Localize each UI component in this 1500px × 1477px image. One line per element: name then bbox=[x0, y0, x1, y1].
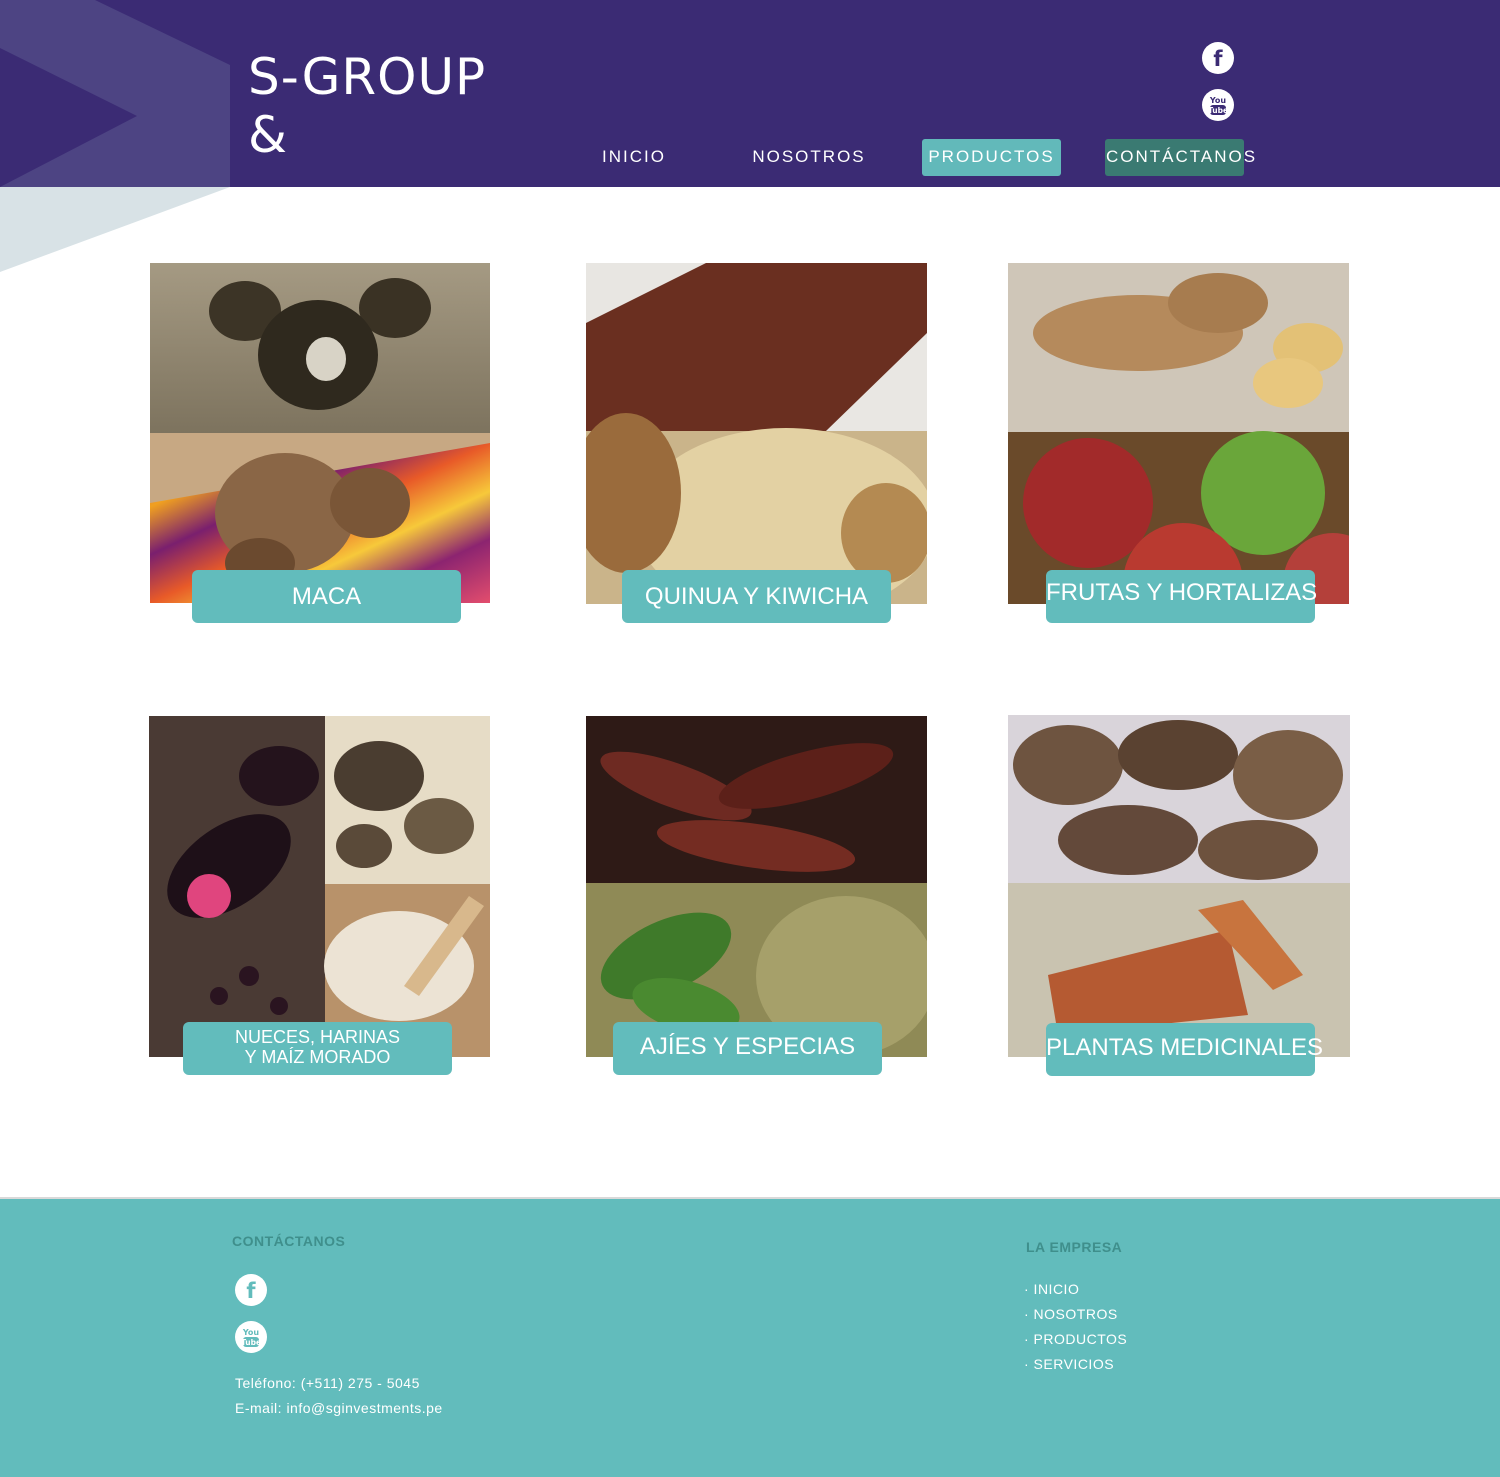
product-label-quinua[interactable]: QUINUA Y KIWICHA bbox=[622, 570, 891, 623]
nueces-image bbox=[149, 716, 490, 1057]
svg-text:f: f bbox=[246, 1279, 256, 1303]
brand-name: S-GROUP bbox=[248, 48, 487, 106]
product-label-ajies[interactable]: AJÍES Y ESPECIAS bbox=[613, 1022, 882, 1075]
footer-email[interactable]: E-mail: info@sginvestments.pe bbox=[235, 1400, 443, 1416]
product-label-maca[interactable]: MACA bbox=[192, 570, 461, 623]
footer-link-inicio[interactable]: · INICIO bbox=[1024, 1281, 1079, 1297]
product-label-nueces[interactable]: NUECES, HARINAS Y MAÍZ MORADO bbox=[183, 1022, 452, 1075]
product-card-frutas[interactable]: FRUTAS Y HORTALIZAS bbox=[1008, 263, 1349, 623]
footer-company-heading: LA EMPRESA bbox=[1026, 1239, 1123, 1255]
nav-contactanos[interactable]: CONTÁCTANOS bbox=[1105, 139, 1255, 176]
youtube-icon[interactable]: You Tube bbox=[1201, 88, 1235, 122]
product-card-plantas[interactable]: PLANTAS MEDICINALES bbox=[1008, 715, 1350, 1076]
plantas-image bbox=[1008, 715, 1350, 1057]
brand-ampersand: & bbox=[248, 106, 288, 164]
brand-logo[interactable]: S-GROUP & bbox=[248, 48, 486, 164]
footer-contact-heading: CONTÁCTANOS bbox=[232, 1233, 346, 1249]
nav-inicio[interactable]: INICIO bbox=[598, 139, 670, 176]
product-card-maca[interactable]: MACA bbox=[150, 263, 490, 623]
site-footer: CONTÁCTANOS f You Tube Teléfono: (+511) … bbox=[0, 1197, 1500, 1477]
svg-text:Tube: Tube bbox=[241, 1338, 261, 1347]
product-card-quinua[interactable]: QUINUA Y KIWICHA bbox=[586, 263, 927, 623]
footer-link-productos[interactable]: · PRODUCTOS bbox=[1024, 1331, 1127, 1347]
product-label-nueces-line2: Y MAÍZ MORADO bbox=[244, 1047, 391, 1067]
youtube-icon[interactable]: You Tube bbox=[234, 1320, 268, 1354]
footer-link-servicios[interactable]: · SERVICIOS bbox=[1024, 1356, 1114, 1372]
quinua-image bbox=[586, 263, 927, 604]
svg-text:You: You bbox=[1209, 96, 1227, 105]
chevron-decoration bbox=[0, 0, 230, 272]
product-label-plantas[interactable]: PLANTAS MEDICINALES bbox=[1046, 1023, 1323, 1076]
maca-image bbox=[150, 263, 490, 603]
svg-text:Tube: Tube bbox=[1208, 106, 1228, 115]
product-card-ajies[interactable]: AJÍES Y ESPECIAS bbox=[586, 716, 927, 1075]
svg-text:f: f bbox=[1213, 47, 1223, 71]
facebook-icon[interactable]: f bbox=[1201, 41, 1235, 75]
footer-phone: Teléfono: (+511) 275 - 5045 bbox=[235, 1375, 420, 1391]
product-card-nueces[interactable]: NUECES, HARINAS Y MAÍZ MORADO bbox=[149, 716, 490, 1075]
ajies-image bbox=[586, 716, 927, 1057]
svg-text:You: You bbox=[242, 1328, 260, 1337]
frutas-image bbox=[1008, 263, 1349, 604]
product-label-nueces-line1: NUECES, HARINAS bbox=[234, 1027, 401, 1047]
product-label-frutas[interactable]: FRUTAS Y HORTALIZAS bbox=[1046, 570, 1317, 623]
nav-productos[interactable]: PRODUCTOS bbox=[922, 139, 1061, 176]
footer-link-nosotros[interactable]: · NOSOTROS bbox=[1024, 1306, 1118, 1322]
site-header: S-GROUP & f You Tube INICIO NOSOTROS PRO… bbox=[0, 0, 1500, 272]
nav-nosotros[interactable]: NOSOTROS bbox=[750, 139, 868, 176]
facebook-icon[interactable]: f bbox=[234, 1273, 268, 1307]
